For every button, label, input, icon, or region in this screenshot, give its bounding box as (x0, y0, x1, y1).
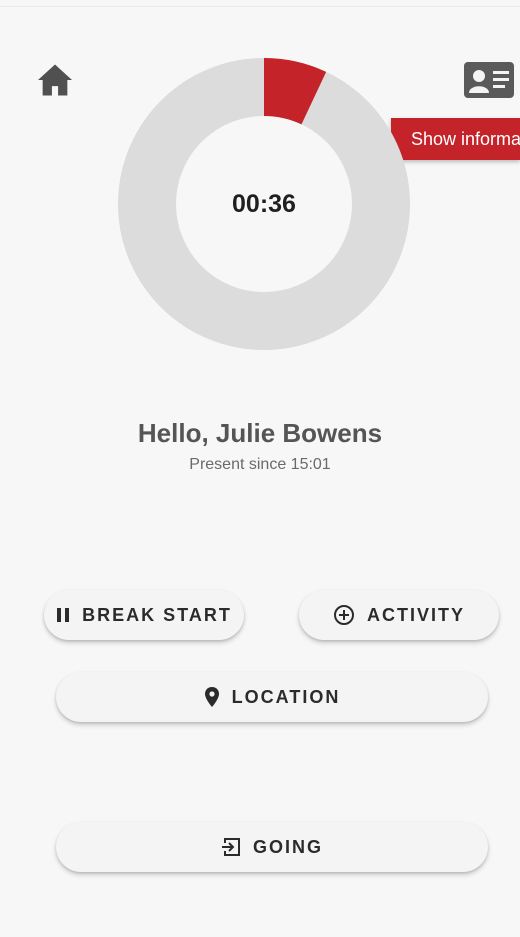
user-greeting: Hello, Julie Bowens (137, 418, 383, 448)
location-pin-icon (204, 686, 220, 708)
break-start-label: BREAK START (82, 604, 232, 625)
top-divider (0, 6, 520, 7)
elapsed-time: 00:36 (232, 189, 296, 218)
show-information-button[interactable] (458, 56, 520, 104)
activity-label: ACTIVITY (366, 604, 465, 625)
timer-ring: 00:36 (118, 58, 410, 350)
id-card-icon (464, 62, 514, 98)
location-button[interactable]: LOCATION (56, 672, 488, 722)
activity-button[interactable]: ACTIVITY (299, 590, 499, 640)
pause-icon (56, 607, 70, 623)
app-screen: Show informa 00:36 Hello, Julie Bowens P… (0, 0, 520, 937)
presence-status: Present since 15:01 (189, 456, 331, 473)
location-label: LOCATION (231, 686, 341, 707)
break-start-button[interactable]: BREAK START (44, 590, 244, 640)
home-icon (38, 64, 72, 96)
logout-icon (221, 837, 241, 857)
show-information-tooltip: Show informa (391, 118, 520, 160)
home-button[interactable] (30, 58, 80, 102)
plus-circle-icon (333, 604, 355, 626)
going-button[interactable]: GOING (56, 822, 488, 872)
going-label: GOING (252, 836, 323, 857)
